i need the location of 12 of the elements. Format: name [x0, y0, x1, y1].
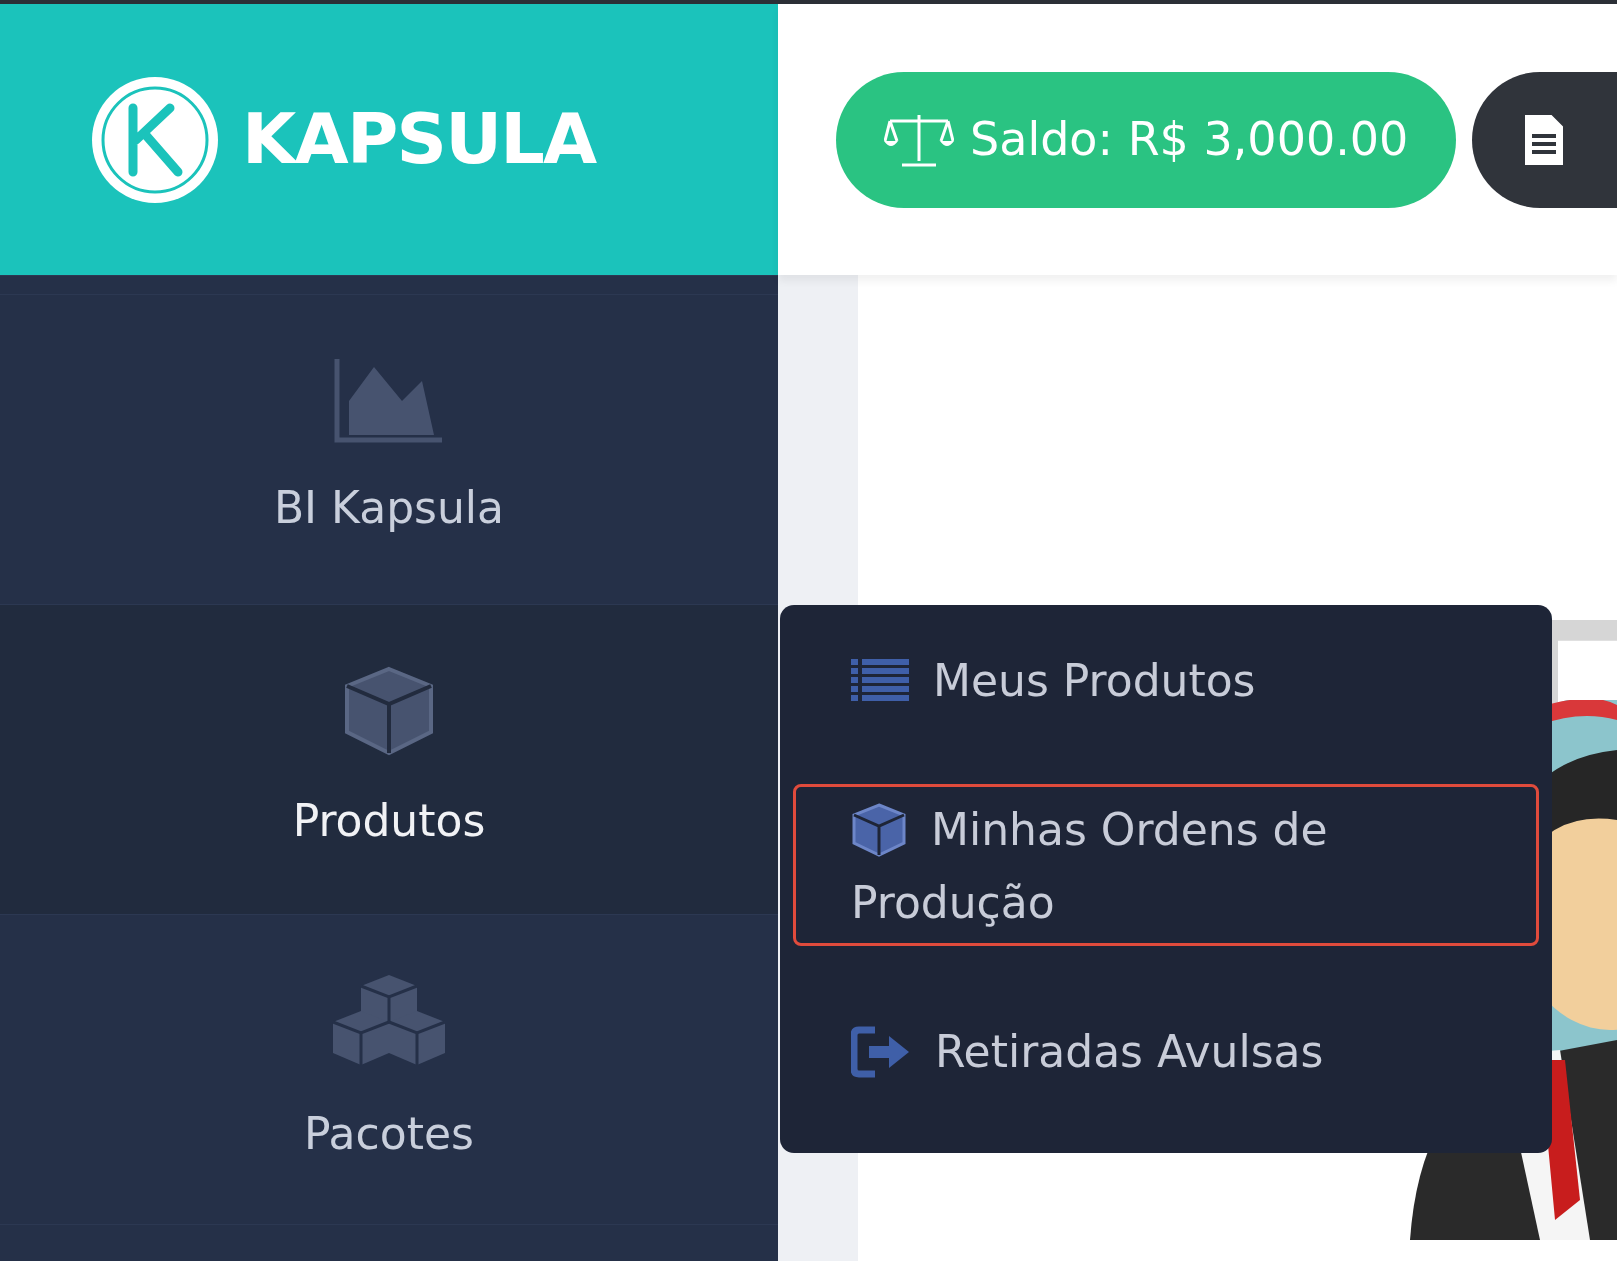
list-icon [851, 659, 909, 703]
submenu-item[interactable]: Retiradas Avulsas [793, 1006, 1539, 1095]
exit-icon [851, 1026, 911, 1078]
sidebar-item[interactable]: Produtos [0, 604, 778, 914]
logo-text: KAPSULA [242, 97, 596, 182]
area-chart-icon [334, 358, 444, 443]
cube-icon [851, 803, 907, 857]
document-button[interactable] [1472, 71, 1617, 208]
cube-icon [343, 665, 435, 756]
submenu-item[interactable]: Minhas Ordens de Produção [793, 784, 1539, 946]
scale-icon [884, 112, 954, 167]
submenu-item[interactable]: Meus Produtos [793, 635, 1539, 724]
